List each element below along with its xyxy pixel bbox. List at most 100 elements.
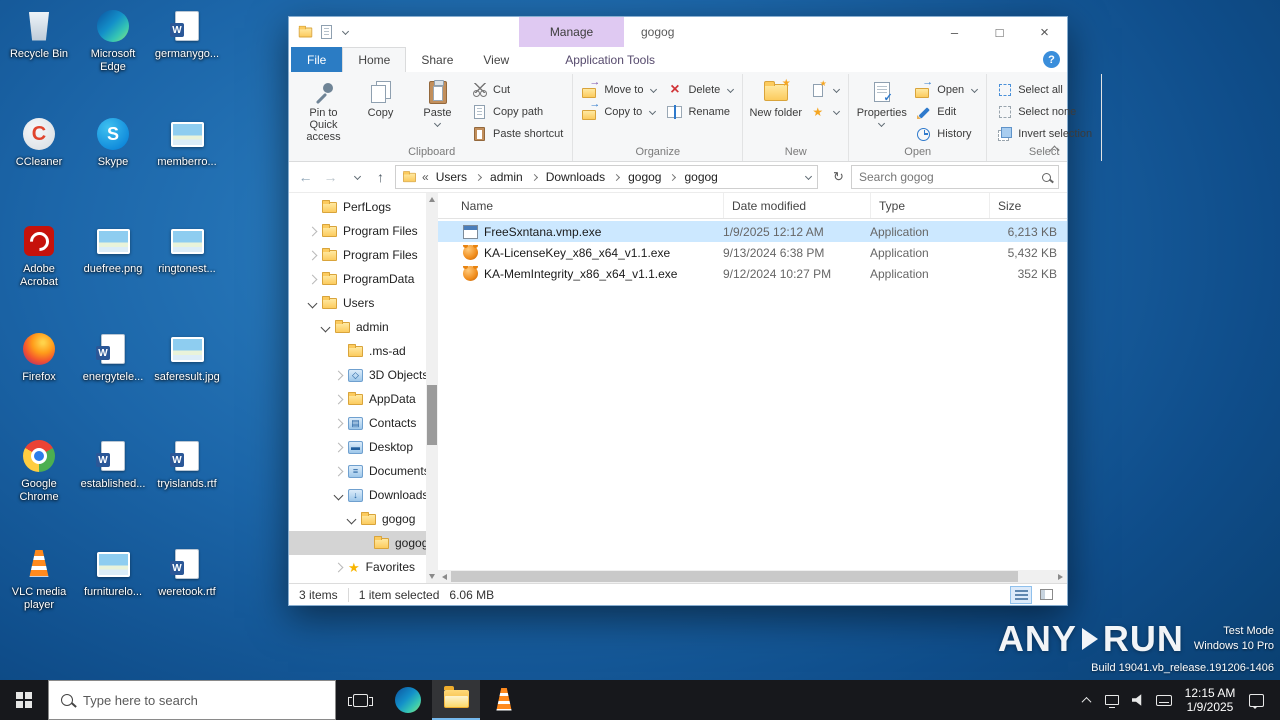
desktop-icon-ringtonest[interactable]: ringtonest... (154, 223, 220, 276)
properties-button[interactable]: Properties (854, 76, 909, 129)
pin-to-quick-access-button[interactable]: Pin to Quick access (296, 76, 351, 146)
large-icons-view-button[interactable] (1035, 586, 1057, 604)
easy-access-button[interactable] (805, 103, 843, 121)
breadcrumb-admin[interactable]: admin (488, 170, 525, 184)
invert-selection-button[interactable]: Invert selection (992, 125, 1096, 143)
qat-properties-icon[interactable] (321, 25, 332, 39)
tray-network-button[interactable] (1100, 680, 1124, 720)
copy-button[interactable]: Copy (353, 76, 408, 122)
nav-item-ms-ad[interactable]: .ms-ad (289, 339, 426, 363)
nav-item-admin[interactable]: admin (289, 315, 426, 339)
taskbar-clock[interactable]: 12:15 AM 1/9/2025 (1178, 686, 1242, 714)
scroll-up-icon[interactable] (426, 193, 438, 206)
column-header-date-modified[interactable]: Date modified (723, 193, 870, 218)
breadcrumb-users[interactable]: Users (434, 170, 469, 184)
nav-item-downloads[interactable]: Downloads (289, 483, 426, 507)
taskbar-search[interactable] (48, 680, 336, 720)
nav-item-program-files[interactable]: Program Files (289, 219, 426, 243)
details-view-button[interactable] (1010, 585, 1032, 604)
column-header-size[interactable]: Size (989, 193, 1067, 218)
tab-file[interactable]: File (291, 47, 343, 72)
desktop-icon-weretook-rtf[interactable]: weretook.rtf (154, 546, 220, 599)
back-button[interactable] (293, 164, 318, 190)
tab-view[interactable]: View (468, 47, 524, 72)
scrollbar-thumb[interactable] (427, 385, 437, 445)
nav-item-gogog-selected[interactable]: gogog (289, 531, 426, 555)
file-row-ka-licensekey[interactable]: KA-LicenseKey_x86_x64_v1.1.exe 9/13/2024… (438, 242, 1067, 263)
nav-item-desktop[interactable]: Desktop (289, 435, 426, 459)
nav-item-users[interactable]: Users (289, 291, 426, 315)
desktop-icon-microsoft-edge[interactable]: Microsoft Edge (80, 8, 146, 74)
task-view-button[interactable] (336, 680, 384, 720)
minimize-button[interactable]: – (932, 17, 977, 47)
paste-shortcut-button[interactable]: Paste shortcut (467, 125, 567, 143)
tab-home[interactable]: Home (342, 47, 407, 72)
scroll-down-icon[interactable] (426, 570, 438, 583)
desktop-icon-adobe-acrobat[interactable]: Adobe Acrobat (6, 223, 72, 289)
nav-item-perflogs[interactable]: PerfLogs (289, 195, 426, 219)
file-row-ka-memintegrity[interactable]: KA-MemIntegrity_x86_x64_v1.1.exe 9/12/20… (438, 263, 1067, 284)
desktop-icon-memberro[interactable]: memberro... (154, 116, 220, 169)
nav-item-documents[interactable]: Documents (289, 459, 426, 483)
file-row-freesxntana[interactable]: FreeSxntana.vmp.exe 1/9/2025 12:12 AM Ap… (438, 221, 1067, 242)
tray-volume-button[interactable] (1126, 680, 1150, 720)
desktop-icon-duefree-png[interactable]: duefree.png (80, 223, 146, 276)
tab-share[interactable]: Share (406, 47, 468, 72)
refresh-button[interactable] (826, 164, 851, 190)
select-none-button[interactable]: Select none (992, 103, 1096, 121)
horizontal-scrollbar[interactable] (438, 570, 1067, 583)
chevron-right-icon[interactable] (333, 370, 344, 380)
recent-locations-button[interactable] (343, 164, 368, 190)
desktop-icon-saferesult-jpg[interactable]: saferesult.jpg (154, 331, 220, 384)
edit-button[interactable]: Edit (911, 103, 981, 121)
cut-button[interactable]: Cut (467, 81, 567, 99)
action-center-button[interactable] (1244, 680, 1268, 720)
chevron-down-icon[interactable] (346, 514, 357, 524)
nav-item-program-files-x86[interactable]: Program Files (289, 243, 426, 267)
nav-item-3d-objects[interactable]: 3D Objects (289, 363, 426, 387)
breadcrumb-gogog-2[interactable]: gogog (682, 170, 719, 184)
open-button[interactable]: Open (911, 76, 981, 99)
column-header-type[interactable]: Type (870, 193, 989, 218)
address-dropdown-icon[interactable] (804, 172, 813, 180)
move-to-button[interactable]: Move to (578, 76, 660, 99)
qat-customize-button[interactable] (341, 27, 350, 35)
chevron-right-icon[interactable] (333, 562, 344, 572)
chevron-down-icon[interactable] (307, 298, 318, 308)
nav-item-contacts[interactable]: Contacts (289, 411, 426, 435)
breadcrumb-gogog[interactable]: gogog (626, 170, 663, 184)
desktop-icon-tryislands-rtf[interactable]: tryislands.rtf (154, 438, 220, 491)
taskbar-vlc-button[interactable] (480, 680, 528, 720)
delete-button[interactable]: Delete (662, 81, 737, 99)
up-button[interactable] (368, 164, 393, 190)
chevron-down-icon[interactable] (333, 490, 344, 500)
search-box[interactable] (851, 165, 1059, 189)
desktop-icon-furniturelo[interactable]: furniturelo... (80, 546, 146, 599)
maximize-button[interactable]: □ (977, 17, 1022, 47)
desktop-icon-recycle-bin[interactable]: Recycle Bin (6, 8, 72, 61)
start-button[interactable] (0, 680, 48, 720)
chevron-right-icon[interactable] (333, 418, 344, 428)
tray-keyboard-button[interactable] (1152, 680, 1176, 720)
chevron-right-icon[interactable] (307, 250, 318, 260)
taskbar-explorer-button[interactable] (432, 680, 480, 720)
desktop-icon-vlc[interactable]: VLC media player (6, 546, 72, 612)
desktop-icon-firefox[interactable]: Firefox (6, 331, 72, 384)
rename-button[interactable]: Rename (662, 103, 737, 121)
nav-item-programdata[interactable]: ProgramData (289, 267, 426, 291)
column-header-name[interactable]: Name (438, 193, 723, 218)
chevron-down-icon[interactable] (320, 322, 331, 332)
desktop-icon-skype[interactable]: Skype (80, 116, 146, 169)
chevron-right-icon[interactable] (307, 226, 318, 236)
close-button[interactable]: × (1022, 17, 1067, 47)
search-input[interactable] (859, 170, 1036, 184)
chevron-right-icon[interactable] (333, 466, 344, 476)
new-folder-button[interactable]: New folder (748, 76, 803, 122)
scroll-right-icon[interactable] (1054, 570, 1067, 583)
breadcrumb-overflow[interactable]: « (422, 170, 429, 184)
paste-button[interactable]: Paste (410, 76, 465, 129)
chevron-right-icon[interactable] (333, 442, 344, 452)
taskbar-search-input[interactable] (83, 692, 323, 708)
desktop-icon-established[interactable]: established... (80, 438, 146, 491)
desktop-icon-energytele[interactable]: energytele... (80, 331, 146, 384)
